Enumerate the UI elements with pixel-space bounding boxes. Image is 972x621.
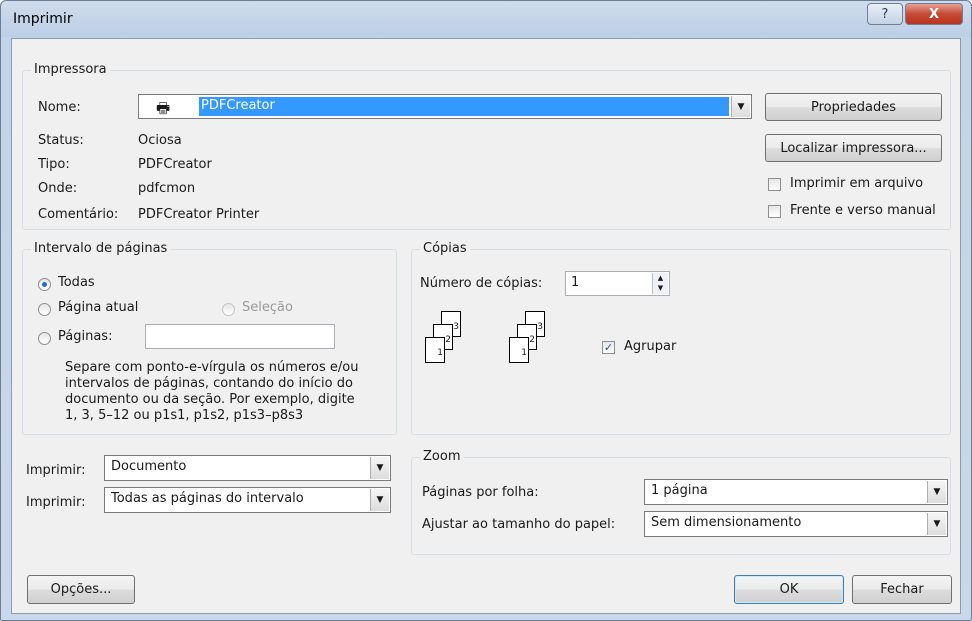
options-button-label: Opções... xyxy=(50,582,112,597)
find-printer-button-label: Localizar impressora... xyxy=(780,140,927,156)
printer-name-value: PDFCreator xyxy=(201,98,275,113)
selection-highlight xyxy=(199,97,729,116)
scale-select[interactable]: Sem dimensionamento ▼ xyxy=(644,511,948,537)
print-what-label: Imprimir: xyxy=(26,463,86,478)
properties-button[interactable]: Propriedades xyxy=(765,93,942,121)
manual-duplex-checkbox[interactable] xyxy=(768,205,781,218)
options-button[interactable]: Opções... xyxy=(27,575,135,604)
status-label: Status: xyxy=(38,133,84,148)
printer-name-select[interactable]: 🖶 PDFCreator ▼ xyxy=(138,94,752,119)
dialog-body: Impressora Nome: 🖶 PDFCreator ▼ Status: … xyxy=(11,38,961,614)
zoom-group-label: Zoom xyxy=(420,449,464,464)
help-line: documento ou da seção. Por exemplo, digi… xyxy=(65,392,355,407)
status-value: Ociosa xyxy=(138,133,182,148)
printer-name-label: Nome: xyxy=(38,100,81,115)
help-line: Separe com ponto-e-vírgula os números e/… xyxy=(65,360,359,375)
pages-per-sheet-label: Páginas por folha: xyxy=(422,485,539,500)
page-range-help: Separe com ponto-e-vírgula os números e/… xyxy=(65,360,358,424)
type-label: Tipo: xyxy=(38,157,70,172)
print-dialog-window: Imprimir ? X Impressora Nome: 🖶 PDFCreat… xyxy=(0,0,972,621)
all-pages-label: Todas xyxy=(58,275,95,290)
help-button[interactable]: ? xyxy=(867,3,903,25)
copies-count-value: 1 xyxy=(571,275,580,290)
scale-label: Ajustar ao tamanho do papel: xyxy=(422,517,616,532)
ok-button-label: OK xyxy=(779,582,799,597)
pages-radio[interactable] xyxy=(38,332,51,345)
ok-button[interactable]: OK xyxy=(734,575,844,604)
close-window-button[interactable]: X xyxy=(905,3,963,25)
pages-per-sheet-value: 1 página xyxy=(651,483,708,498)
manual-duplex-label: Frente e verso manual xyxy=(790,203,936,218)
title-bar: Imprimir ? X xyxy=(1,1,971,37)
copies-count-input[interactable]: 1 ▲ ▼ xyxy=(565,271,670,296)
chevron-down-icon[interactable]: ▼ xyxy=(927,481,946,503)
pages-per-sheet-select[interactable]: 1 página ▼ xyxy=(644,479,948,505)
pages-input[interactable] xyxy=(145,324,335,349)
printer-icon: 🖶 xyxy=(156,99,171,117)
scale-value: Sem dimensionamento xyxy=(651,515,802,530)
chevron-down-icon: ▼ xyxy=(657,284,664,292)
printer-group-label: Impressora xyxy=(31,62,110,77)
selection-radio[interactable] xyxy=(222,303,235,316)
current-page-radio[interactable] xyxy=(38,303,51,316)
copies-group-label: Cópias xyxy=(420,241,470,256)
chevron-down-icon[interactable]: ▼ xyxy=(731,96,750,117)
help-line: 1, 3, 5–12 ou p1s1, p1s2, p1s3–p8s3 xyxy=(65,408,304,423)
chevron-up-icon: ▲ xyxy=(657,274,664,282)
copies-count-label: Número de cópias: xyxy=(420,276,543,291)
close-icon: X xyxy=(928,6,940,22)
zoom-group: Zoom xyxy=(411,449,951,555)
find-printer-button[interactable]: Localizar impressora... xyxy=(765,134,942,162)
page-icon: 1 xyxy=(425,337,445,363)
print-to-file-label: Imprimir em arquivo xyxy=(790,176,924,191)
print-range-label: Imprimir: xyxy=(26,495,86,510)
close-button-label: Fechar xyxy=(880,582,924,597)
chevron-down-icon[interactable]: ▼ xyxy=(370,457,389,479)
collate-label: Agrupar xyxy=(624,339,677,354)
close-button[interactable]: Fechar xyxy=(852,575,952,604)
where-value: pdfcmon xyxy=(138,181,196,196)
current-page-label: Página atual xyxy=(58,300,139,315)
collate-checkbox[interactable]: ✓ xyxy=(602,341,615,354)
page-icon: 1 xyxy=(509,337,529,363)
where-label: Onde: xyxy=(38,181,78,196)
comment-label: Comentário: xyxy=(38,207,119,222)
print-what-select[interactable]: Documento ▼ xyxy=(104,455,391,481)
type-value: PDFCreator xyxy=(138,157,212,172)
selection-label: Seleção xyxy=(242,300,293,315)
pages-label: Páginas: xyxy=(58,329,113,344)
all-pages-radio[interactable] xyxy=(38,278,51,291)
comment-value: PDFCreator Printer xyxy=(138,207,260,222)
copies-spinner[interactable]: ▲ ▼ xyxy=(652,273,668,294)
print-what-value: Documento xyxy=(111,459,187,474)
chevron-down-icon[interactable]: ▼ xyxy=(370,489,389,511)
page-range-group-label: Intervalo de páginas xyxy=(31,241,171,256)
help-icon: ? xyxy=(881,6,889,22)
print-range-select[interactable]: Todas as páginas do intervalo ▼ xyxy=(104,487,391,513)
print-to-file-checkbox[interactable] xyxy=(768,178,781,191)
help-line: intervalos de páginas, contando do iníci… xyxy=(65,376,353,391)
print-range-value: Todas as páginas do intervalo xyxy=(111,491,304,506)
window-title: Imprimir xyxy=(13,11,73,27)
chevron-down-icon[interactable]: ▼ xyxy=(927,513,946,535)
properties-button-label: Propriedades xyxy=(810,99,897,115)
